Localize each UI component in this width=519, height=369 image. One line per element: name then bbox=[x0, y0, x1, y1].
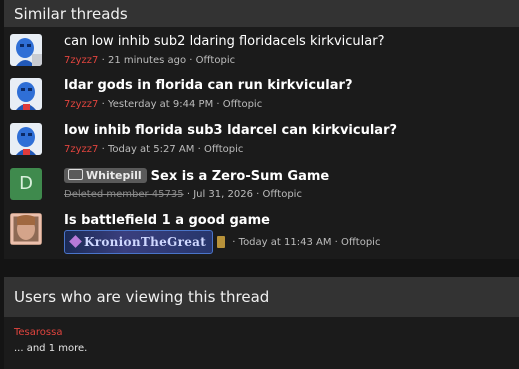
ticket-icon bbox=[68, 169, 83, 180]
list-item: low inhib florida sub3 ldarcel can kirkv… bbox=[4, 123, 519, 167]
viewing-users-list: Tesarossa ... and 1 more. bbox=[4, 317, 519, 369]
forum-link[interactable]: Offtopic bbox=[196, 55, 235, 66]
avatar[interactable]: D bbox=[10, 168, 42, 200]
separator: · bbox=[334, 237, 338, 248]
separator: · bbox=[256, 189, 260, 200]
separator: · bbox=[232, 237, 236, 248]
list-item: Is battlefield 1 a good game KronionTheG… bbox=[4, 213, 519, 257]
thread-title-row: Whitepill Sex is a Zero-Sum Game bbox=[64, 168, 329, 184]
separator: · bbox=[197, 144, 201, 155]
thread-title-link[interactable]: can low inhib sub2 ldaring floridacels k… bbox=[64, 34, 385, 49]
author-name: KronionTheGreat bbox=[84, 235, 207, 249]
thread-meta: 7zyzz7 · Yesterday at 9:44 PM · Offtopic bbox=[64, 99, 262, 110]
thread-meta: KronionTheGreat · Today at 11:43 AM · Of… bbox=[64, 230, 380, 254]
list-item: can low inhib sub2 ldaring floridacels k… bbox=[4, 34, 519, 78]
thread-list: can low inhib sub2 ldaring floridacels k… bbox=[4, 27, 519, 259]
coin-icon bbox=[217, 236, 226, 248]
separator: · bbox=[101, 144, 105, 155]
viewer-link[interactable]: Tesarossa bbox=[14, 327, 62, 338]
separator: · bbox=[189, 55, 193, 66]
thread-time[interactable]: Today at 5:27 AM bbox=[108, 144, 194, 155]
separator: · bbox=[186, 189, 190, 200]
separator: · bbox=[216, 99, 220, 110]
avatar[interactable] bbox=[10, 123, 42, 155]
forum-link[interactable]: Offtopic bbox=[341, 237, 380, 248]
separator: · bbox=[101, 99, 105, 110]
separator: · bbox=[101, 55, 105, 66]
forum-link[interactable]: Offtopic bbox=[263, 189, 302, 200]
list-item: D Whitepill Sex is a Zero-Sum Game Delete… bbox=[4, 168, 519, 212]
author-link[interactable]: 7zyzz7 bbox=[64, 99, 98, 110]
thread-time[interactable]: Jul 31, 2026 bbox=[193, 189, 253, 200]
author-deleted: Deleted member 45735 bbox=[64, 189, 184, 200]
thread-title-link[interactable]: Sex is a Zero-Sum Game bbox=[151, 169, 330, 184]
thread-meta: Deleted member 45735 · Jul 31, 2026 · Of… bbox=[64, 189, 302, 200]
list-item: ldar gods in florida can run kirkvicular… bbox=[4, 78, 519, 122]
viewing-users-block: Users who are viewing this thread Tesaro… bbox=[4, 277, 519, 369]
prefix-badge[interactable]: Whitepill bbox=[64, 168, 147, 183]
more-viewers: ... and 1 more. bbox=[14, 343, 88, 354]
gem-icon bbox=[69, 235, 82, 248]
prefix-label: Whitepill bbox=[86, 169, 142, 182]
thread-time[interactable]: 21 minutes ago bbox=[108, 55, 186, 66]
thread-meta: 7zyzz7 · 21 minutes ago · Offtopic bbox=[64, 55, 235, 66]
forum-link[interactable]: Offtopic bbox=[204, 144, 243, 155]
author-link[interactable]: KronionTheGreat bbox=[64, 230, 214, 254]
author-link[interactable]: 7zyzz7 bbox=[64, 144, 98, 155]
viewing-users-header: Users who are viewing this thread bbox=[4, 277, 519, 317]
similar-threads-block: Similar threads can low inhib sub2 ldari… bbox=[4, 0, 519, 259]
thread-title-link[interactable]: low inhib florida sub3 ldarcel can kirkv… bbox=[64, 123, 397, 138]
thread-time[interactable]: Yesterday at 9:44 PM bbox=[108, 99, 213, 110]
similar-threads-header: Similar threads bbox=[4, 0, 519, 27]
thread-meta: 7zyzz7 · Today at 5:27 AM · Offtopic bbox=[64, 144, 243, 155]
thread-time[interactable]: Today at 11:43 AM bbox=[239, 237, 332, 248]
thread-title-link[interactable]: Is battlefield 1 a good game bbox=[64, 213, 270, 228]
author-link[interactable]: 7zyzz7 bbox=[64, 55, 98, 66]
avatar[interactable] bbox=[10, 34, 42, 66]
avatar[interactable] bbox=[10, 78, 42, 110]
avatar[interactable] bbox=[10, 213, 42, 245]
forum-link[interactable]: Offtopic bbox=[223, 99, 262, 110]
thread-title-link[interactable]: ldar gods in florida can run kirkvicular… bbox=[64, 78, 353, 93]
